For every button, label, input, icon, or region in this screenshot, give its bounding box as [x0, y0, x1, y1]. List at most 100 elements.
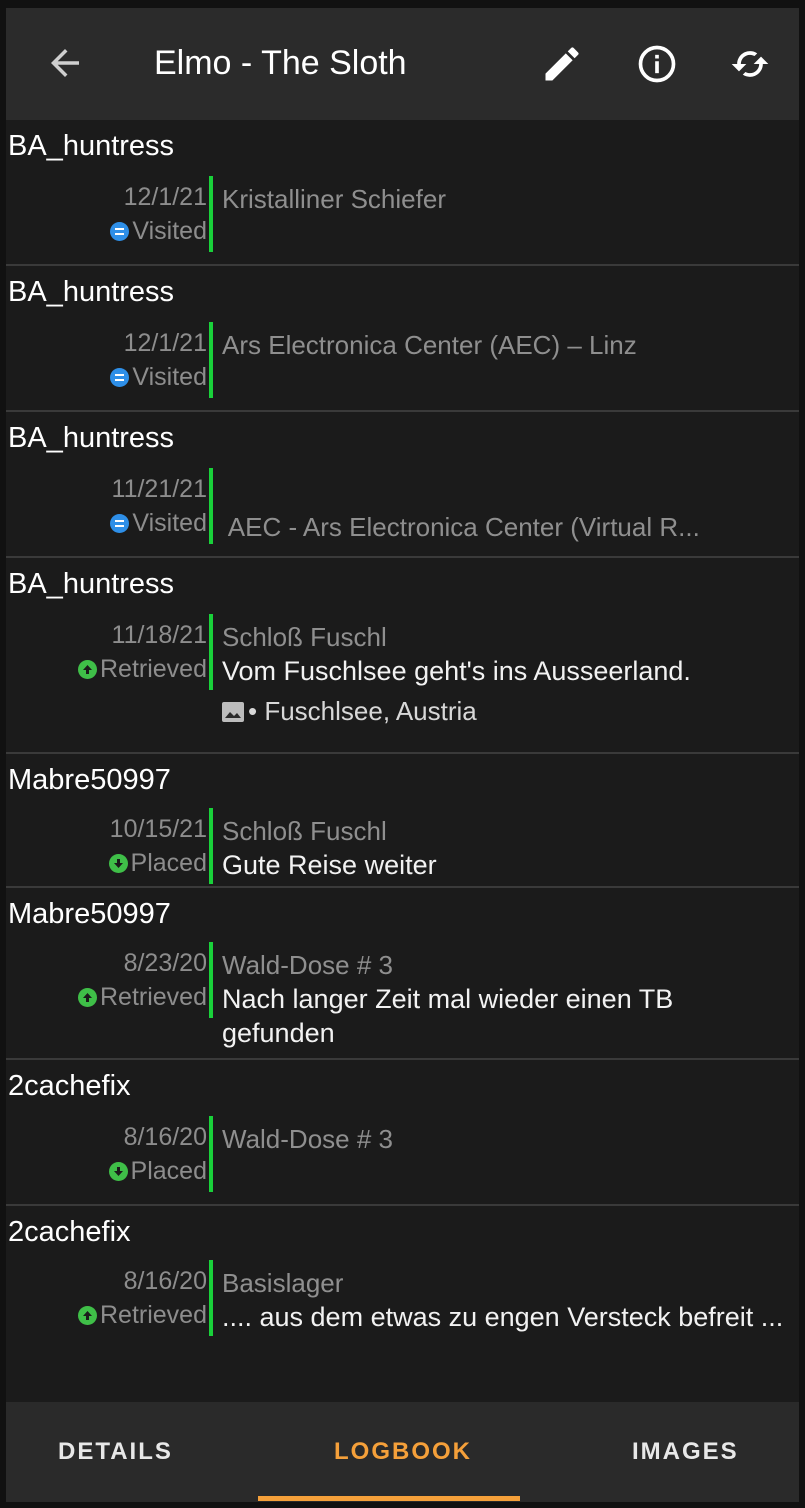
log-body: Schloß Fuschl Gute Reise weiter [222, 814, 792, 882]
log-entry[interactable]: BA_huntress 12/1/21 Visited Kristalliner… [6, 120, 799, 266]
log-type: Visited [110, 506, 207, 540]
log-type: Retrieved [78, 652, 207, 686]
log-text: Nach langer Zeit mal wieder einen TB gef… [222, 984, 674, 1048]
cache-name[interactable]: Basislager [222, 1266, 792, 1300]
log-type: Visited [110, 360, 207, 394]
log-author[interactable]: 2cachefix [8, 1070, 131, 1103]
logbook-list[interactable]: BA_huntress 12/1/21 Visited Kristalliner… [6, 120, 799, 1402]
refresh-icon[interactable] [728, 42, 772, 86]
log-body: Kristalliner Schiefer [222, 182, 792, 216]
cache-name[interactable]: Wald-Dose # 3 [222, 948, 792, 982]
log-author[interactable]: Mabre50997 [8, 898, 171, 931]
cache-name[interactable]: Kristalliner Schiefer [222, 182, 792, 216]
log-type-label: Retrieved [100, 655, 207, 683]
placed-icon [108, 1162, 128, 1181]
retrieved-icon [78, 1306, 97, 1325]
log-date: 12/1/21 [123, 329, 207, 357]
log-status-bar [209, 942, 213, 1018]
log-date: 10/15/21 [109, 815, 207, 843]
active-tab-indicator [258, 1496, 520, 1501]
cache-name[interactable]: Schloß Fuschl [222, 814, 792, 848]
log-date: 11/21/21 [111, 475, 207, 503]
log-text: Gute Reise weiter [222, 850, 437, 880]
log-type: Placed [108, 846, 207, 880]
log-status-bar [209, 1260, 213, 1336]
log-type-label: Visited [132, 509, 207, 537]
log-type-label: Retrieved [100, 983, 207, 1011]
log-body: Basislager .... aus dem etwas zu engen V… [222, 1266, 792, 1334]
edit-pencil-icon[interactable] [540, 42, 584, 86]
device-frame: Elmo - The Sloth BA_huntress 12/1/21 Vis… [0, 0, 805, 1508]
cache-name[interactable]: Wald-Dose # 3 [222, 1122, 792, 1156]
log-author[interactable]: BA_huntress [8, 568, 174, 601]
log-date: 12/1/21 [123, 183, 207, 211]
info-icon[interactable] [635, 42, 679, 86]
log-meta: 11/18/21 Retrieved [78, 618, 207, 686]
log-type-label: Placed [130, 1157, 207, 1185]
log-meta: 12/1/21 Visited [110, 180, 207, 248]
log-author[interactable]: 2cachefix [8, 1216, 131, 1249]
log-status-bar [209, 322, 213, 398]
retrieved-icon [78, 988, 97, 1007]
log-status-bar [209, 176, 213, 252]
log-meta: 11/21/21 Visited [110, 472, 207, 540]
log-status-bar [209, 468, 213, 544]
log-status-bar [209, 614, 213, 690]
attachment-label: • Fuschlsee, Austria [248, 696, 477, 726]
tab-images[interactable]: IMAGES [632, 1438, 739, 1466]
log-type-label: Visited [132, 363, 207, 391]
log-date: 8/16/20 [123, 1267, 207, 1295]
log-body: Ars Electronica Center (AEC) – Linz [222, 328, 792, 362]
log-author[interactable]: BA_huntress [8, 276, 174, 309]
log-entry[interactable]: BA_huntress 12/1/21 Visited Ars Electron… [6, 266, 799, 412]
tab-logbook[interactable]: LOGBOOK [334, 1438, 472, 1466]
visited-icon [110, 514, 130, 533]
log-text: Vom Fuschlsee geht's ins Ausseerland. [222, 656, 691, 686]
app-bar: Elmo - The Sloth [6, 8, 799, 120]
log-entry[interactable]: BA_huntress 11/18/21 Retrieved Schloß Fu… [6, 558, 799, 754]
log-meta: 10/15/21 Placed [108, 812, 207, 880]
log-entry[interactable]: 2cachefix 8/16/20 Retrieved Basislager .… [6, 1206, 799, 1378]
bottom-tab-bar: DETAILS LOGBOOK IMAGES [6, 1402, 799, 1502]
log-status-bar [209, 1116, 213, 1192]
log-entry[interactable]: 2cachefix 8/16/20 Placed Wald-Dose # 3 [6, 1060, 799, 1206]
log-meta: 8/23/20 Retrieved [78, 946, 207, 1014]
back-arrow-icon[interactable] [44, 42, 86, 84]
log-type-label: Placed [130, 849, 207, 877]
cache-name[interactable]: Ars Electronica Center (AEC) – Linz [222, 328, 792, 362]
retrieved-icon [78, 660, 97, 679]
log-text: .... aus dem etwas zu engen Versteck bef… [222, 1302, 784, 1332]
log-attachment[interactable]: • Fuschlsee, Austria [222, 694, 792, 728]
visited-icon [110, 368, 130, 387]
log-type: Retrieved [78, 1298, 207, 1332]
tab-details[interactable]: DETAILS [58, 1438, 173, 1466]
log-author[interactable]: Mabre50997 [8, 764, 171, 797]
log-author[interactable]: BA_huntress [8, 130, 174, 163]
log-date: 11/18/21 [111, 621, 207, 649]
log-type: Retrieved [78, 980, 207, 1014]
image-icon [222, 702, 244, 722]
log-body: Wald-Dose # 3 [222, 1122, 792, 1156]
log-type-label: Visited [132, 217, 207, 245]
log-body: Schloß Fuschl Vom Fuschlsee geht's ins A… [222, 620, 792, 728]
placed-icon [108, 854, 128, 873]
page-title: Elmo - The Sloth [154, 44, 407, 82]
log-status-bar [209, 808, 213, 884]
log-meta: 8/16/20 Retrieved [78, 1264, 207, 1332]
visited-icon [110, 222, 130, 241]
app-screen: Elmo - The Sloth BA_huntress 12/1/21 Vis… [6, 8, 799, 1502]
log-type: Placed [108, 1154, 207, 1188]
log-type-label: Retrieved [100, 1301, 207, 1329]
log-date: 8/16/20 [123, 1123, 207, 1151]
cache-name[interactable]: AEC - Ars Electronica Center (Virtual R.… [222, 510, 792, 544]
log-date: 8/23/20 [123, 949, 207, 977]
cache-name[interactable]: Schloß Fuschl [222, 620, 792, 654]
log-entry[interactable]: Mabre50997 10/15/21 Placed Schloß Fuschl… [6, 754, 799, 888]
log-author[interactable]: BA_huntress [8, 422, 174, 455]
log-entry[interactable]: BA_huntress 11/21/21 Visited AEC - Ars E… [6, 412, 799, 558]
log-entry[interactable]: Mabre50997 8/23/20 Retrieved Wald-Dose #… [6, 888, 799, 1060]
log-meta: 12/1/21 Visited [110, 326, 207, 394]
log-body: Wald-Dose # 3 Nach langer Zeit mal wiede… [222, 948, 792, 1050]
log-type: Visited [110, 214, 207, 248]
log-meta: 8/16/20 Placed [108, 1120, 207, 1188]
